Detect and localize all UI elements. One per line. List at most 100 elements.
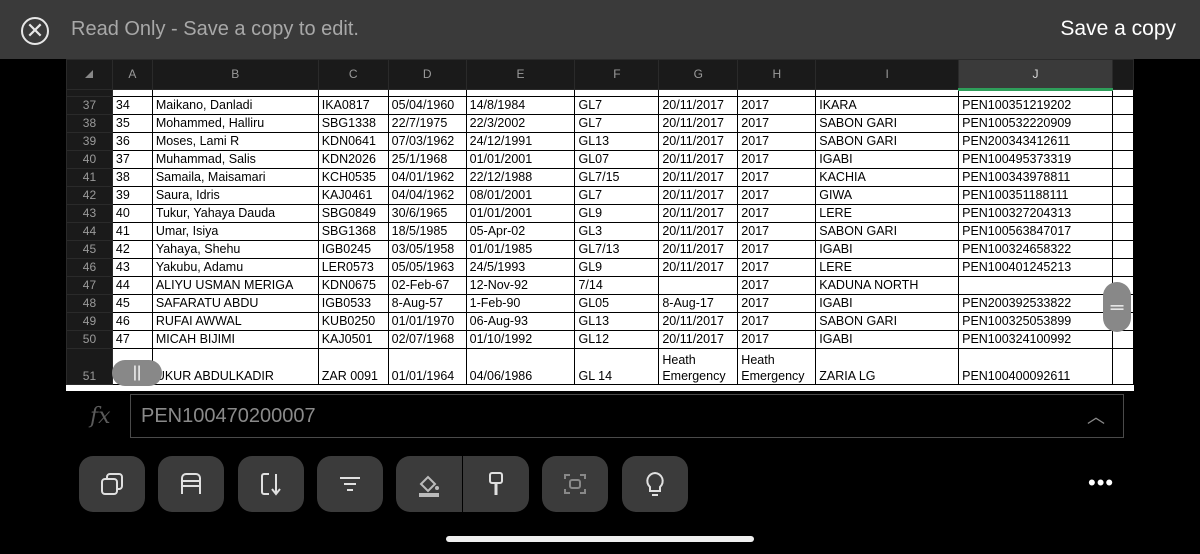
row-number[interactable]: 38: [66, 114, 113, 133]
cell-d[interactable]: 25/1/1968: [387, 150, 467, 169]
cell-e[interactable]: 04/06/1986: [465, 348, 576, 385]
cell-f[interactable]: GL9: [574, 258, 660, 277]
cell-d[interactable]: 30/6/1965: [387, 204, 467, 223]
cell-k[interactable]: [1111, 114, 1134, 133]
cell-b[interactable]: Maikano, Danladi: [151, 96, 319, 115]
cell-c[interactable]: ZAR 0091: [317, 348, 389, 385]
cell-a[interactable]: 46: [111, 312, 153, 331]
cell-j[interactable]: PEN100532220909: [958, 114, 1113, 133]
cell-e[interactable]: 01/10/1992: [465, 330, 576, 349]
cell-h[interactable]: 2017: [737, 132, 817, 151]
cell-c[interactable]: IKA0817: [317, 96, 389, 115]
column-header[interactable]: F: [574, 59, 660, 90]
cell-g[interactable]: 20/11/2017: [658, 168, 739, 187]
grid-table[interactable]: A B C D E F G H I J 37 34 Maikano, Danladi…: [66, 59, 1134, 385]
select-icon[interactable]: [542, 456, 608, 512]
cell-i[interactable]: IGABI: [815, 330, 960, 349]
column-header[interactable]: I: [815, 59, 960, 90]
cell-h[interactable]: 2017: [737, 168, 817, 187]
cell-a[interactable]: 38: [111, 168, 153, 187]
cell-f[interactable]: GL7/15: [574, 168, 660, 187]
cell-i[interactable]: IGABI: [815, 240, 960, 259]
cell-j[interactable]: PEN100351188111: [958, 186, 1113, 205]
cell-k[interactable]: [1111, 258, 1134, 277]
cell-j[interactable]: PEN100400092611: [958, 348, 1113, 385]
cell-i[interactable]: ZARIA LG: [815, 348, 960, 385]
cell-f[interactable]: GL13: [574, 312, 660, 331]
cell-e[interactable]: 06-Aug-93: [465, 312, 576, 331]
cell-b[interactable]: Mohammed, Halliru: [151, 114, 319, 133]
cell-b[interactable]: Umar, Isiya: [151, 222, 319, 241]
cell-d[interactable]: 03/05/1958: [387, 240, 467, 259]
cell-d[interactable]: 05/05/1963: [387, 258, 467, 277]
cell-k[interactable]: [1111, 348, 1134, 385]
cell-e[interactable]: 08/01/2001: [465, 186, 576, 205]
cell-i[interactable]: LERE: [815, 204, 960, 223]
table-icon[interactable]: [158, 456, 224, 512]
cell-i[interactable]: SABON GARI: [815, 312, 960, 331]
cell-k[interactable]: [1111, 240, 1134, 259]
cell-h[interactable]: 2017: [737, 240, 817, 259]
cell-f[interactable]: GL7: [574, 114, 660, 133]
cell-h[interactable]: 2017: [737, 312, 817, 331]
column-header[interactable]: D: [387, 59, 467, 90]
cell-j[interactable]: PEN100563847017: [958, 222, 1113, 241]
cell-g[interactable]: 20/11/2017: [658, 132, 739, 151]
cell-j[interactable]: PEN100351219202: [958, 96, 1113, 115]
column-header[interactable]: A: [111, 59, 153, 90]
cell-b[interactable]: Yahaya, Shehu: [151, 240, 319, 259]
cell-g[interactable]: 20/11/2017: [658, 258, 739, 277]
cell-g[interactable]: [658, 276, 739, 295]
cell-g[interactable]: 20/11/2017: [658, 330, 739, 349]
row-number[interactable]: 45: [66, 240, 113, 259]
lightbulb-icon[interactable]: [622, 456, 688, 512]
row-number[interactable]: 50: [66, 330, 113, 349]
cell-e[interactable]: 01/01/2001: [465, 204, 576, 223]
cell-j[interactable]: PEN100327204313: [958, 204, 1113, 223]
row-number[interactable]: 39: [66, 132, 113, 151]
cell-f[interactable]: GL3: [574, 222, 660, 241]
cell-j[interactable]: PEN100324100992: [958, 330, 1113, 349]
cell-a[interactable]: 45: [111, 294, 153, 313]
cell-c[interactable]: SBG1338: [317, 114, 389, 133]
cell-c[interactable]: SBG1368: [317, 222, 389, 241]
spreadsheet-grid[interactable]: A B C D E F G H I J 37 34 Maikano, Danladi…: [66, 59, 1134, 391]
cell-i[interactable]: IKARA: [815, 96, 960, 115]
cell-h[interactable]: Heath Emergency: [737, 348, 817, 385]
cell-g[interactable]: 20/11/2017: [658, 240, 739, 259]
cell-f[interactable]: GL13: [574, 132, 660, 151]
cell-j[interactable]: PEN100324658322: [958, 240, 1113, 259]
cell-b[interactable]: Muhammad, Salis: [151, 150, 319, 169]
column-header[interactable]: B: [151, 59, 319, 90]
cell-h[interactable]: 2017: [737, 96, 817, 115]
copy-icon[interactable]: [79, 456, 145, 512]
row-number[interactable]: 51: [66, 348, 113, 385]
cell-a[interactable]: 40: [111, 204, 153, 223]
cell-i[interactable]: SABON GARI: [815, 222, 960, 241]
row-number[interactable]: 48: [66, 294, 113, 313]
cell-c[interactable]: IGB0533: [317, 294, 389, 313]
cell-f[interactable]: 7/14: [574, 276, 660, 295]
row-number[interactable]: 49: [66, 312, 113, 331]
cell-d[interactable]: 22/7/1975: [387, 114, 467, 133]
cell-j[interactable]: PEN100401245213: [958, 258, 1113, 277]
cell-f[interactable]: GL7: [574, 96, 660, 115]
cell-h[interactable]: 2017: [737, 114, 817, 133]
cell-e[interactable]: 01/01/2001: [465, 150, 576, 169]
row-number[interactable]: 42: [66, 186, 113, 205]
cell-a[interactable]: 41: [111, 222, 153, 241]
cell-b[interactable]: ALIYU USMAN MERIGA: [151, 276, 319, 295]
cell-f[interactable]: GL07: [574, 150, 660, 169]
cell-d[interactable]: 8-Aug-57: [387, 294, 467, 313]
cell-a[interactable]: 47: [111, 330, 153, 349]
cell-h[interactable]: 2017: [737, 186, 817, 205]
cell-i[interactable]: IGABI: [815, 150, 960, 169]
cell-k[interactable]: [1111, 222, 1134, 241]
cell-c[interactable]: KDN0675: [317, 276, 389, 295]
cell-i[interactable]: KADUNA NORTH: [815, 276, 960, 295]
cell-d[interactable]: 01/01/1964: [387, 348, 467, 385]
cell-j[interactable]: PEN200392533822: [958, 294, 1113, 313]
cell-e[interactable]: 24/5/1993: [465, 258, 576, 277]
cell-d[interactable]: 07/03/1962: [387, 132, 467, 151]
cell-k[interactable]: [1111, 330, 1134, 349]
